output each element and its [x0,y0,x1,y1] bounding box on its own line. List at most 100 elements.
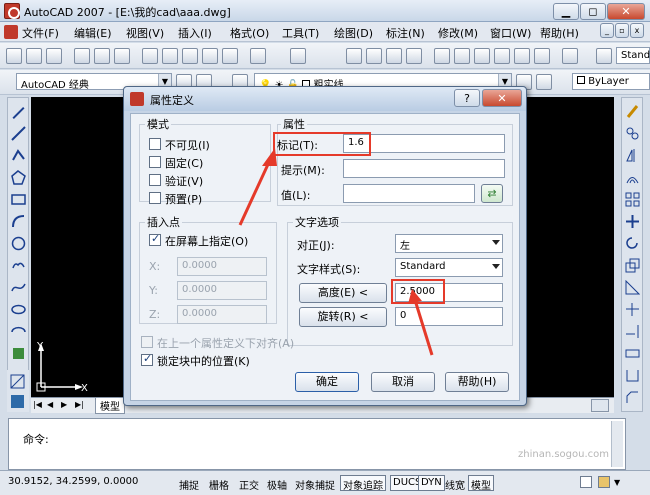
mirror-icon[interactable] [625,148,640,163]
constant-checkbox[interactable] [149,156,161,168]
join-icon[interactable] [625,368,640,383]
help-icon[interactable] [562,48,578,64]
copy-object-icon[interactable] [625,126,640,141]
communication-center-icon[interactable] [580,476,592,488]
design-center-icon[interactable] [454,48,470,64]
trim-icon[interactable] [625,302,640,317]
model-toggle[interactable]: 模型 [468,475,494,492]
height-button[interactable]: 高度(E) < [299,283,387,303]
properties-icon[interactable] [434,48,450,64]
zoom-window-icon[interactable] [386,48,402,64]
cut-icon[interactable] [142,48,158,64]
ok-button[interactable]: 确定 [295,372,359,392]
y-input[interactable]: 0.0000 [177,281,267,300]
erase-icon[interactable] [625,104,640,119]
doc-icon[interactable] [4,25,18,39]
color-combo[interactable]: ByLayer [572,73,650,90]
grid-toggle[interactable]: 栅格 [206,475,232,492]
paste-icon[interactable] [182,48,198,64]
command-scrollbar[interactable] [611,421,623,467]
save-icon[interactable] [46,48,62,64]
value-input[interactable] [343,184,475,203]
offset-icon[interactable] [625,170,640,185]
ellipse-arc-icon[interactable] [11,324,26,339]
circle-icon[interactable] [11,236,26,251]
menu-format[interactable]: 格式(O) [230,25,269,41]
stretch-icon[interactable] [625,279,641,295]
spline-icon[interactable] [11,280,26,295]
zoom-realtime-icon[interactable] [366,48,382,64]
hatch-icon[interactable] [10,374,25,389]
x-input[interactable]: 0.0000 [177,257,267,276]
doc-minimize-button[interactable]: _ [600,23,614,38]
autocad-app-icon[interactable] [4,3,20,19]
prompt-input[interactable] [343,159,505,178]
publish-icon[interactable] [114,48,130,64]
undo-icon[interactable] [250,48,266,64]
move-icon[interactable] [625,214,640,229]
new-icon[interactable] [6,48,22,64]
status-menu-icon[interactable]: ▼ [614,478,620,487]
calculator-icon[interactable] [534,48,550,64]
polygon-icon[interactable] [11,170,26,185]
tab-prev-icon[interactable]: ◀ [47,400,53,409]
lock-position-checkbox[interactable] [141,352,153,366]
rotation-input[interactable]: 0 [395,307,503,326]
tab-first-icon[interactable]: |◀ [33,400,42,409]
tab-model[interactable]: 模型 [95,398,125,414]
text-style-combo[interactable]: Stand [616,47,650,64]
menu-dimension[interactable]: 标注(N) [386,25,425,41]
osnap-toggle[interactable]: 对象捕捉 [292,475,338,492]
insert-block-icon[interactable] [11,346,26,361]
open-icon[interactable] [26,48,42,64]
redo-icon[interactable] [290,48,306,64]
array-icon[interactable] [625,192,640,207]
justify-select[interactable]: 左 [395,234,503,253]
tool-palettes-icon[interactable] [474,48,490,64]
dialog-close-button[interactable]: ✕ [482,89,522,107]
menu-tools[interactable]: 工具(T) [282,25,319,41]
invisible-checkbox[interactable] [149,138,161,150]
zoom-previous-icon[interactable] [406,48,422,64]
preview-icon[interactable] [94,48,110,64]
menu-edit[interactable]: 编辑(E) [74,25,112,41]
snap-toggle[interactable]: 捕捉 [176,475,202,492]
doc-restore-button[interactable]: ▫ [615,23,629,38]
block-editor-icon[interactable] [222,48,238,64]
rotate-icon[interactable] [625,236,640,251]
menu-insert[interactable]: 插入(I) [178,25,212,41]
maximize-button[interactable]: ◻ [580,3,606,20]
gradient-icon[interactable] [10,394,25,409]
tab-last-icon[interactable]: ▶| [75,400,84,409]
doc-close-button[interactable]: x [630,23,644,38]
pan-icon[interactable] [346,48,362,64]
text-style-select[interactable]: Standard [395,258,503,277]
otrack-toggle[interactable]: 对象追踪 [340,475,386,492]
rotation-button[interactable]: 旋转(R) < [299,307,387,327]
verify-checkbox[interactable] [149,174,161,186]
menu-help[interactable]: 帮助(H) [540,25,579,41]
lineweight-toggle[interactable]: 线宽 [442,475,468,492]
text-style-icon[interactable] [596,48,612,64]
menu-view[interactable]: 视图(V) [126,25,164,41]
specify-on-screen-checkbox[interactable] [149,232,161,246]
minimize-button[interactable]: ▁ [553,3,579,20]
menu-modify[interactable]: 修改(M) [438,25,478,41]
extend-icon[interactable] [625,324,640,339]
insert-field-button[interactable]: ⇄ [481,184,503,203]
lock-toolbar-icon[interactable] [598,476,610,488]
help-button[interactable]: 帮助(H) [445,372,509,392]
dialog-help-button[interactable]: ? [454,89,480,107]
horizontal-scrollbar[interactable] [591,399,609,412]
preset-checkbox[interactable] [149,192,161,204]
cancel-button[interactable]: 取消 [371,372,435,392]
line-icon[interactable] [12,106,25,120]
menu-draw[interactable]: 绘图(D) [334,25,373,41]
chamfer-icon[interactable] [625,390,640,405]
construction-line-icon[interactable] [11,126,26,141]
scale-icon[interactable] [625,258,640,273]
layer-previous-icon[interactable] [536,74,552,90]
copy-icon[interactable] [162,48,178,64]
revision-cloud-icon[interactable] [11,258,26,273]
rectangle-icon[interactable] [11,192,26,207]
